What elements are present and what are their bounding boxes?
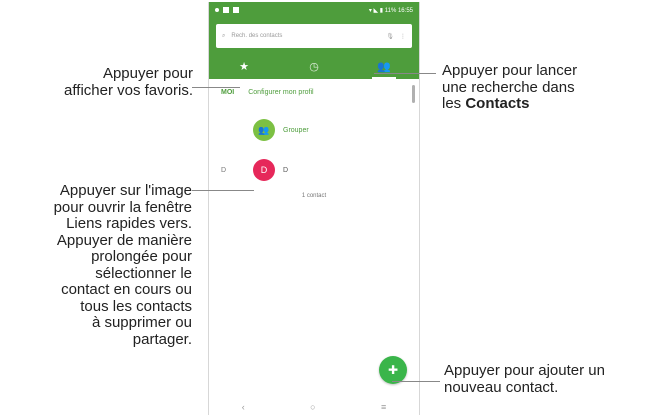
callout-line-favorites [192, 87, 240, 88]
status-indicators: ▾ ◣ ▮ 11% 16:55 [368, 7, 413, 14]
search-icon: ⌕ [222, 32, 226, 39]
scrollbar[interactable] [412, 85, 415, 103]
people-icon: 👥 [377, 60, 391, 73]
callout-image-line: sélectionner le [95, 264, 192, 282]
tab-contacts[interactable]: 👥 [349, 55, 419, 79]
callout-image-line: partager. [132, 330, 192, 348]
callout-image-line: Liens rapides vers. [66, 215, 192, 232]
search-placeholder[interactable]: Rech. des contacts [231, 33, 380, 39]
callout-image-line: Appuyer sur l'image [59, 182, 192, 199]
callout-image: Appuyer sur l'image pour ouvrir la fenêt… [2, 182, 192, 348]
callout-add-line: Appuyer pour ajouter un [444, 362, 605, 379]
callout-add: Appuyer pour ajouter un nouveau contact. [444, 362, 658, 396]
group-label: Grouper [283, 126, 309, 134]
profile-row[interactable]: MOI Configurer mon profil [221, 89, 314, 96]
callout-line-image [192, 190, 254, 191]
callout-search-line: les Contacts [442, 95, 652, 113]
callout-favorites-line: Appuyer pour [102, 65, 193, 82]
contact-list[interactable]: MOI Configurer mon profil 👥 Grouper D D … [209, 79, 419, 399]
callout-favorites: Appuyer pour afficher vos favoris. [18, 65, 193, 99]
menu-icon[interactable]: ≡ [381, 402, 386, 412]
callout-image-line: prolongée pour [91, 248, 192, 265]
group-row[interactable]: 👥 Grouper [253, 119, 309, 141]
notification-dot-icon [215, 8, 219, 12]
callout-image-line: tous les contacts [80, 297, 192, 315]
callout-image-line: pour ouvrir la fenêtre [53, 198, 192, 216]
status-bar: ▾ ◣ ▮ 11% 16:55 [209, 2, 419, 18]
contact-row[interactable]: D D D [221, 159, 288, 181]
configure-profile-link[interactable]: Configurer mon profil [248, 89, 313, 96]
section-letter: D [221, 166, 227, 174]
contacts-emphasis: Contacts [465, 95, 530, 112]
back-icon[interactable]: ‹ [242, 402, 245, 412]
callout-image-line: à supprimer ou [91, 314, 192, 331]
callout-image-line: contact en cours ou [61, 281, 192, 298]
navigation-bar: ‹ ○ ≡ [209, 399, 419, 415]
callout-search-prefix: les [442, 95, 466, 112]
contact-count: 1 contact [301, 193, 327, 199]
microphone-icon[interactable]: 🎙 [386, 33, 394, 40]
callout-image-line: Appuyer de manière [56, 231, 192, 249]
contact-avatar[interactable]: D [253, 159, 275, 181]
add-person-icon: ✚ [387, 363, 399, 377]
star-icon: ★ [239, 60, 249, 73]
contact-initial: D [260, 165, 268, 175]
notification-icon [223, 7, 229, 13]
more-options-icon[interactable]: ⋮ [400, 33, 406, 40]
callout-add-line: nouveau contact. [444, 378, 559, 396]
tab-favorites[interactable]: ★ [209, 55, 279, 79]
callout-search: Appuyer pour lancer une recherche dans l… [442, 62, 652, 113]
tab-bar: ★ ◷ 👥 [209, 55, 419, 79]
home-icon[interactable]: ○ [310, 402, 315, 412]
callout-search-line: une recherche dans [442, 78, 575, 96]
search-container: ⌕ Rech. des contacts 🎙 ⋮ [209, 18, 419, 55]
callout-favorites-line: afficher vos favoris. [64, 81, 193, 99]
callout-line-search [374, 73, 436, 74]
callout-line-add [392, 381, 440, 382]
add-contact-button[interactable]: ✚ [379, 356, 407, 384]
contact-name: D [283, 166, 289, 174]
search-bar[interactable]: ⌕ Rech. des contacts 🎙 ⋮ [216, 24, 412, 48]
group-icon: 👥 [253, 119, 275, 141]
clock-icon: ◷ [309, 60, 319, 73]
notification-icon [233, 7, 239, 13]
me-tag: MOI [221, 89, 235, 96]
callout-search-line: Appuyer pour lancer [442, 62, 578, 79]
phone-screen: ▾ ◣ ▮ 11% 16:55 ⌕ Rech. des contacts 🎙 ⋮… [208, 2, 420, 415]
tab-recent[interactable]: ◷ [279, 55, 349, 79]
